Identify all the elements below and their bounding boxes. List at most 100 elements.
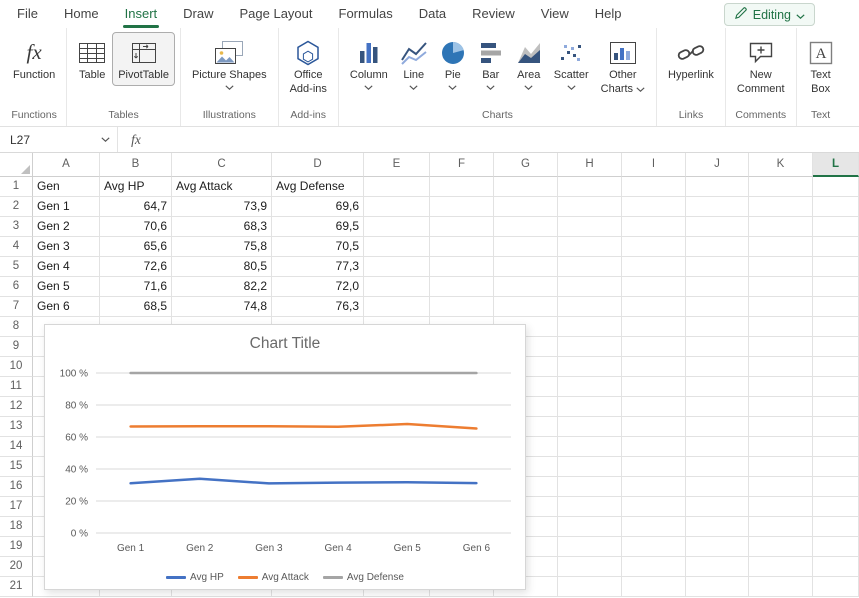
cell-E6[interactable] <box>364 277 430 297</box>
menu-tab-insert[interactable]: Insert <box>112 0 171 28</box>
cell-K16[interactable] <box>749 477 813 497</box>
cell-B6[interactable]: 71,6 <box>100 277 172 297</box>
cell-H20[interactable] <box>558 557 622 577</box>
row-header-19[interactable]: 19 <box>0 537 33 557</box>
cell-D3[interactable]: 69,5 <box>272 217 364 237</box>
cell-K21[interactable] <box>749 577 813 597</box>
cell-I1[interactable] <box>622 177 686 197</box>
cell-E3[interactable] <box>364 217 430 237</box>
cell-I11[interactable] <box>622 377 686 397</box>
row-header-20[interactable]: 20 <box>0 557 33 577</box>
cell-E1[interactable] <box>364 177 430 197</box>
chevron-down-icon[interactable] <box>524 85 533 90</box>
cell-L18[interactable] <box>813 517 859 537</box>
cell-L10[interactable] <box>813 357 859 377</box>
column-header-D[interactable]: D <box>272 153 364 177</box>
cell-I18[interactable] <box>622 517 686 537</box>
cell-I6[interactable] <box>622 277 686 297</box>
cell-G7[interactable] <box>494 297 558 317</box>
embedded-chart[interactable]: 0 %20 %40 %60 %80 %100 %Gen 1Gen 2Gen 3G… <box>44 324 526 590</box>
cell-H2[interactable] <box>558 197 622 217</box>
cell-D6[interactable]: 72,0 <box>272 277 364 297</box>
cell-I13[interactable] <box>622 417 686 437</box>
legend-item-avg-hp[interactable]: Avg HP <box>166 572 224 583</box>
cell-K14[interactable] <box>749 437 813 457</box>
cell-I19[interactable] <box>622 537 686 557</box>
cell-K13[interactable] <box>749 417 813 437</box>
cell-F3[interactable] <box>430 217 494 237</box>
row-header-6[interactable]: 6 <box>0 277 33 297</box>
cell-C7[interactable]: 74,8 <box>172 297 272 317</box>
column-header-G[interactable]: G <box>494 153 558 177</box>
cell-K11[interactable] <box>749 377 813 397</box>
row-header-1[interactable]: 1 <box>0 177 33 197</box>
column-header-C[interactable]: C <box>172 153 272 177</box>
cell-L9[interactable] <box>813 337 859 357</box>
cell-E4[interactable] <box>364 237 430 257</box>
cell-K20[interactable] <box>749 557 813 577</box>
cell-A4[interactable]: Gen 3 <box>33 237 100 257</box>
cell-B1[interactable]: Avg HP <box>100 177 172 197</box>
row-header-5[interactable]: 5 <box>0 257 33 277</box>
column-header-H[interactable]: H <box>558 153 622 177</box>
cell-K6[interactable] <box>749 277 813 297</box>
row-header-16[interactable]: 16 <box>0 477 33 497</box>
cell-I5[interactable] <box>622 257 686 277</box>
column-header-J[interactable]: J <box>686 153 749 177</box>
cell-A5[interactable]: Gen 4 <box>33 257 100 277</box>
cell-I7[interactable] <box>622 297 686 317</box>
menu-tab-review[interactable]: Review <box>459 0 528 28</box>
menu-tab-draw[interactable]: Draw <box>170 0 226 28</box>
cell-J15[interactable] <box>686 457 749 477</box>
row-header-9[interactable]: 9 <box>0 337 33 357</box>
cell-D1[interactable]: Avg Defense <box>272 177 364 197</box>
legend-item-avg-attack[interactable]: Avg Attack <box>238 572 309 583</box>
cell-J9[interactable] <box>686 337 749 357</box>
cell-B5[interactable]: 72,6 <box>100 257 172 277</box>
cell-C6[interactable]: 82,2 <box>172 277 272 297</box>
cell-J2[interactable] <box>686 197 749 217</box>
cell-K8[interactable] <box>749 317 813 337</box>
ribbon-button-area[interactable]: Area <box>511 33 547 92</box>
ribbon-button-column[interactable]: Column <box>345 33 393 92</box>
legend-item-avg-defense[interactable]: Avg Defense <box>323 572 404 583</box>
cell-B3[interactable]: 70,6 <box>100 217 172 237</box>
cell-J10[interactable] <box>686 357 749 377</box>
cell-J13[interactable] <box>686 417 749 437</box>
ribbon-button-pivottable[interactable]: PivotTable <box>113 33 174 85</box>
menu-tab-file[interactable]: File <box>4 0 51 28</box>
row-header-3[interactable]: 3 <box>0 217 33 237</box>
cell-J11[interactable] <box>686 377 749 397</box>
cell-E5[interactable] <box>364 257 430 277</box>
cell-H14[interactable] <box>558 437 622 457</box>
cell-B4[interactable]: 65,6 <box>100 237 172 257</box>
cell-H18[interactable] <box>558 517 622 537</box>
row-header-2[interactable]: 2 <box>0 197 33 217</box>
column-header-E[interactable]: E <box>364 153 430 177</box>
ribbon-button-pie[interactable]: Pie <box>435 33 471 92</box>
cell-J16[interactable] <box>686 477 749 497</box>
column-header-A[interactable]: A <box>33 153 100 177</box>
editing-mode-button[interactable]: Editing <box>724 3 815 26</box>
cell-G6[interactable] <box>494 277 558 297</box>
cell-H6[interactable] <box>558 277 622 297</box>
chevron-down-icon[interactable] <box>567 85 576 90</box>
cell-J8[interactable] <box>686 317 749 337</box>
cell-I10[interactable] <box>622 357 686 377</box>
chart-title[interactable]: Chart Title <box>45 335 525 353</box>
cell-A7[interactable]: Gen 6 <box>33 297 100 317</box>
cell-J4[interactable] <box>686 237 749 257</box>
cell-B2[interactable]: 64,7 <box>100 197 172 217</box>
ribbon-button-text-box[interactable]: ATextBox <box>803 33 839 99</box>
row-header-15[interactable]: 15 <box>0 457 33 477</box>
ribbon-button-function[interactable]: fxFunction <box>8 33 60 85</box>
cell-G2[interactable] <box>494 197 558 217</box>
chevron-down-icon[interactable] <box>225 85 234 90</box>
ribbon-button-table[interactable]: Table <box>73 33 111 85</box>
ribbon-button-other-charts[interactable]: OtherCharts <box>596 33 650 99</box>
menu-tab-view[interactable]: View <box>528 0 582 28</box>
cell-L6[interactable] <box>813 277 859 297</box>
column-header-L[interactable]: L <box>813 153 859 177</box>
cell-F5[interactable] <box>430 257 494 277</box>
cell-K18[interactable] <box>749 517 813 537</box>
